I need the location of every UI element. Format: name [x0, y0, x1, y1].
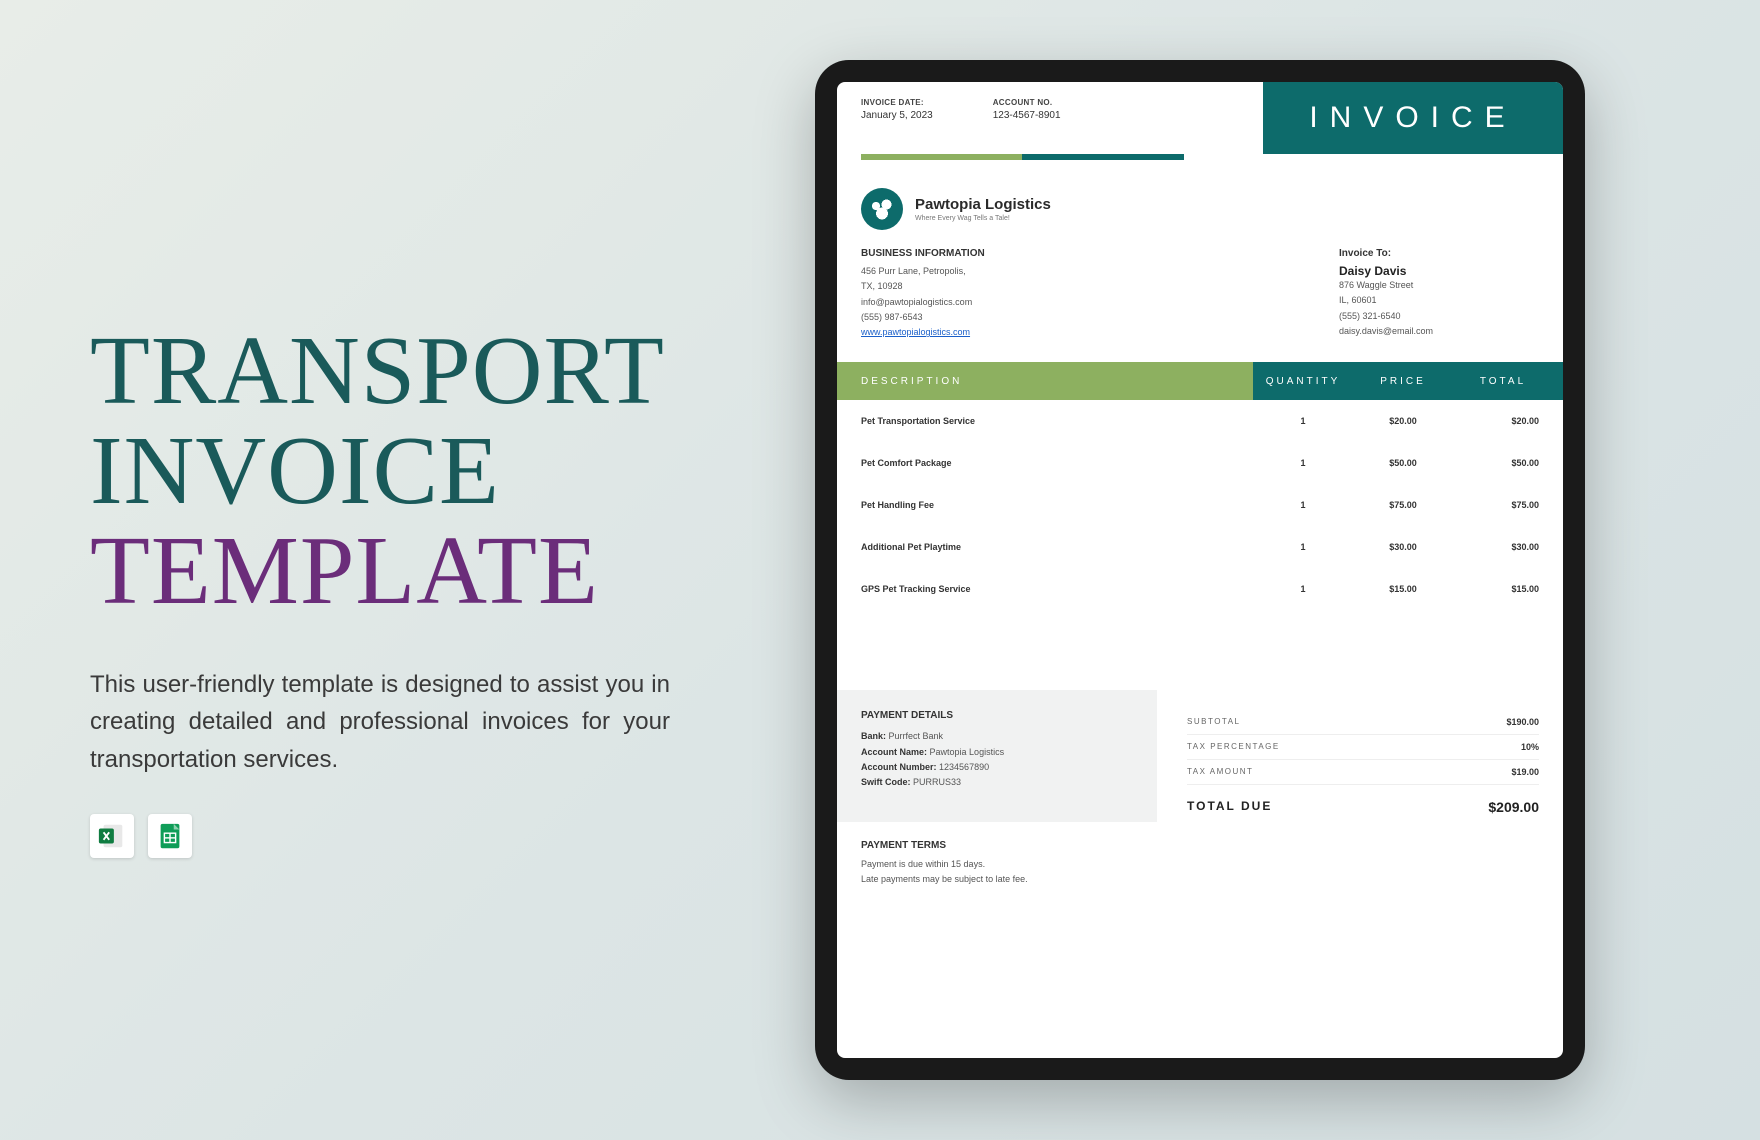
- subtotal-label: SUBTOTAL: [1187, 717, 1241, 727]
- to-name: Daisy Davis: [1339, 264, 1539, 278]
- description-text: This user-friendly template is designed …: [90, 666, 670, 778]
- company-name: Pawtopia Logistics: [915, 196, 1051, 213]
- taxpct-label: TAX PERCENTAGE: [1187, 742, 1280, 752]
- th-description: DESCRIPTION: [837, 362, 1253, 400]
- totals-block: SUBTOTAL $190.00 TAX PERCENTAGE 10% TAX AM…: [1157, 690, 1563, 822]
- invoice-to-head: Invoice To:: [1339, 248, 1539, 259]
- headline-line3: TEMPLATE: [90, 522, 730, 622]
- payment-terms: PAYMENT TERMS Payment is due within 15 d…: [837, 822, 1563, 886]
- company-logo-icon: [861, 188, 903, 230]
- th-price: PRICE: [1353, 362, 1453, 400]
- headline-line1: TRANSPORT: [90, 322, 730, 422]
- taxamt-label: TAX AMOUNT: [1187, 767, 1253, 777]
- subtotal-value: $190.00: [1506, 717, 1539, 727]
- payment-head: PAYMENT DETAILS: [861, 710, 1133, 721]
- to-phone: (555) 321-6540: [1339, 309, 1539, 324]
- invoice-document: INVOICE DATE: January 5, 2023 ACCOUNT NO…: [837, 82, 1563, 1058]
- table-row: GPS Pet Tracking Service 1 $15.00 $15.00: [837, 568, 1563, 610]
- invoice-date-label: INVOICE DATE:: [861, 98, 933, 107]
- biz-addr2: TX, 10928: [861, 279, 1299, 294]
- excel-icon: [90, 814, 134, 858]
- biz-website-link[interactable]: www.pawtopialogistics.com: [861, 325, 1299, 340]
- table-row: Pet Transportation Service 1 $20.00 $20.…: [837, 400, 1563, 442]
- account-block: ACCOUNT NO. 123-4567-8901: [993, 98, 1061, 138]
- invoice-header: INVOICE DATE: January 5, 2023 ACCOUNT NO…: [837, 82, 1563, 154]
- format-icons: [90, 814, 730, 858]
- invoice-to: Invoice To: Daisy Davis 876 Waggle Stree…: [1339, 248, 1539, 340]
- table-body: Pet Transportation Service 1 $20.00 $20.…: [837, 400, 1563, 610]
- promo-panel: TRANSPORT INVOICE TEMPLATE This user-fri…: [90, 282, 730, 857]
- company-tagline: Where Every Wag Tells a Tale!: [915, 215, 1051, 222]
- th-total: TOTAL: [1453, 362, 1563, 400]
- table-header: DESCRIPTION QUANTITY PRICE TOTAL: [837, 362, 1563, 400]
- invoice-date-value: January 5, 2023: [861, 110, 933, 121]
- terms-line2: Late payments may be subject to late fee…: [861, 872, 1539, 886]
- tablet-frame: INVOICE DATE: January 5, 2023 ACCOUNT NO…: [815, 60, 1585, 1080]
- to-addr1: 876 Waggle Street: [1339, 278, 1539, 293]
- account-value: 123-4567-8901: [993, 110, 1061, 121]
- biz-email: info@pawtopialogistics.com: [861, 295, 1299, 310]
- headline-line2: INVOICE: [90, 422, 730, 522]
- accent-bar: [861, 154, 1539, 160]
- table-row: Additional Pet Playtime 1 $30.00 $30.00: [837, 526, 1563, 568]
- company-block: Pawtopia Logistics Where Every Wag Tells…: [837, 160, 1563, 244]
- to-email: daisy.davis@email.com: [1339, 324, 1539, 339]
- headline: TRANSPORT INVOICE TEMPLATE: [90, 322, 730, 622]
- business-info-head: BUSINESS INFORMATION: [861, 248, 1299, 259]
- table-row: Pet Handling Fee 1 $75.00 $75.00: [837, 484, 1563, 526]
- business-info: BUSINESS INFORMATION 456 Purr Lane, Petr…: [861, 248, 1299, 340]
- payment-details: PAYMENT DETAILS Bank: Purrfect Bank Acco…: [837, 690, 1157, 822]
- account-label: ACCOUNT NO.: [993, 98, 1061, 107]
- table-row: Pet Comfort Package 1 $50.00 $50.00: [837, 442, 1563, 484]
- to-addr2: IL, 60601: [1339, 293, 1539, 308]
- totaldue-value: $209.00: [1488, 799, 1539, 815]
- biz-phone: (555) 987-6543: [861, 310, 1299, 325]
- invoice-date-block: INVOICE DATE: January 5, 2023: [861, 98, 933, 138]
- totaldue-label: TOTAL DUE: [1187, 799, 1272, 815]
- taxamt-value: $19.00: [1511, 767, 1539, 777]
- invoice-banner: INVOICE: [1263, 82, 1563, 154]
- th-quantity: QUANTITY: [1253, 362, 1353, 400]
- google-sheets-icon: [148, 814, 192, 858]
- taxpct-value: 10%: [1521, 742, 1539, 752]
- terms-line1: Payment is due within 15 days.: [861, 857, 1539, 871]
- terms-head: PAYMENT TERMS: [861, 840, 1539, 851]
- biz-addr1: 456 Purr Lane, Petropolis,: [861, 264, 1299, 279]
